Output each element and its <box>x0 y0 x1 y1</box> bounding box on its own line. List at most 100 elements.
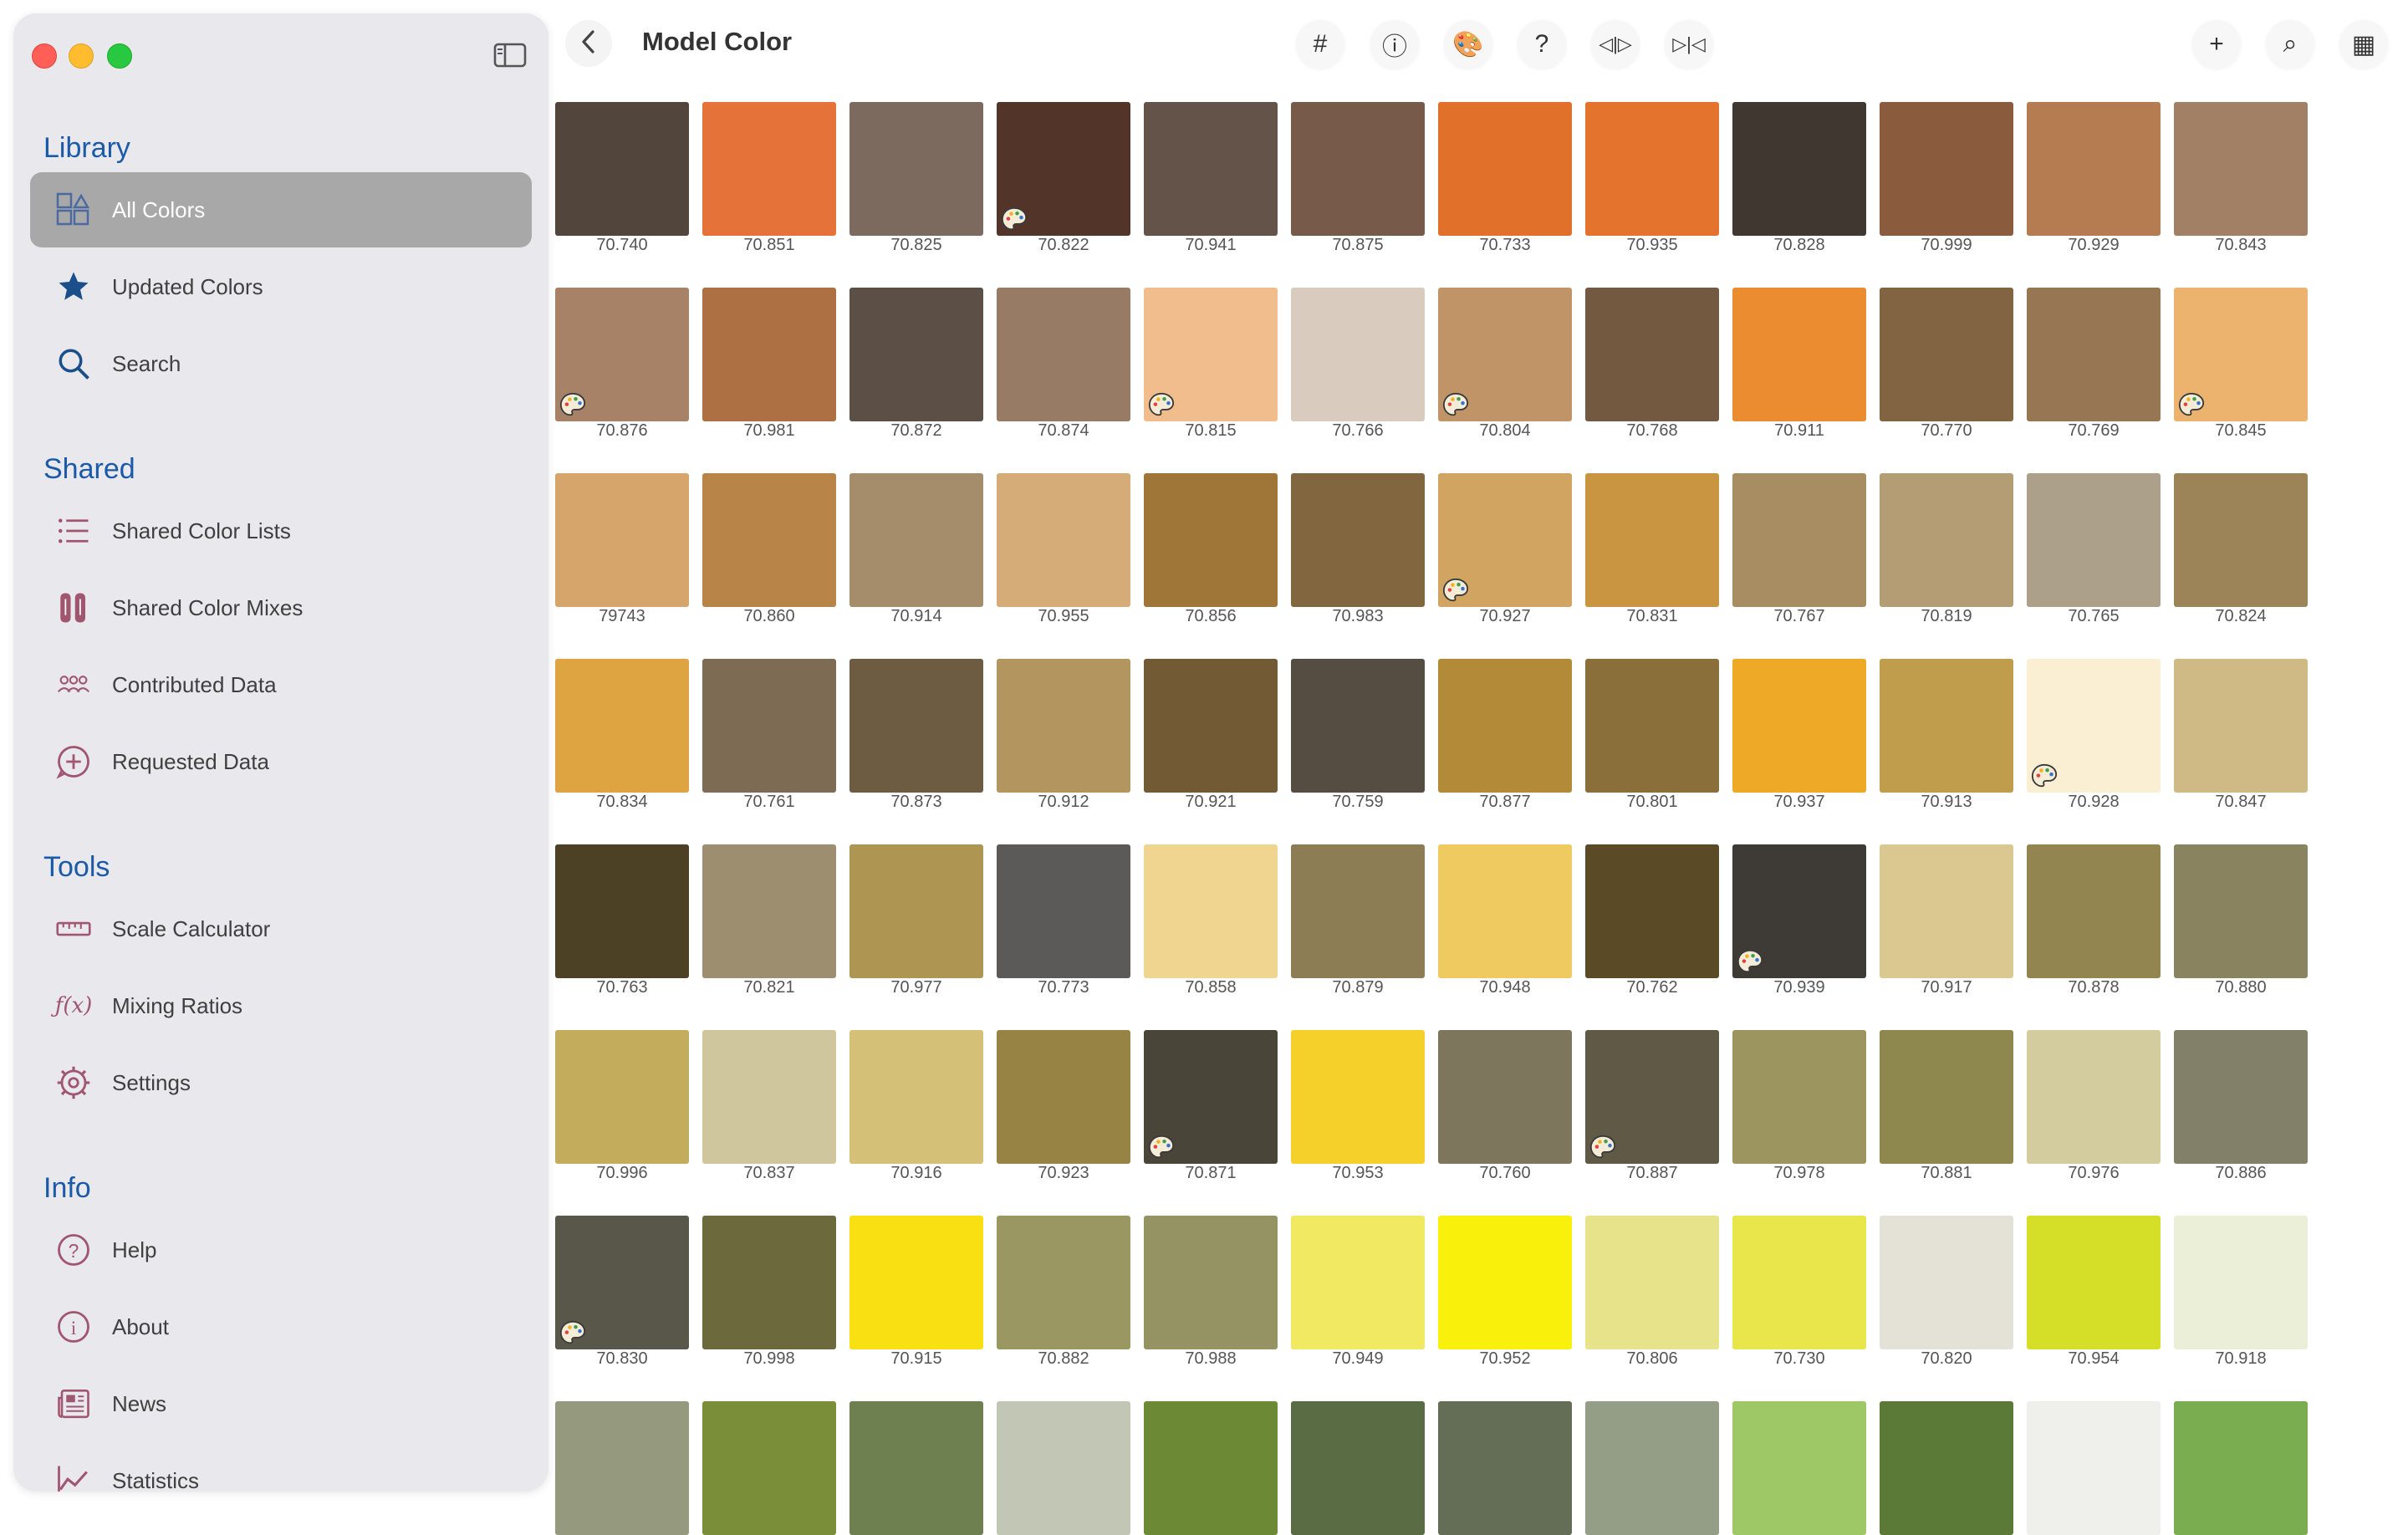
color-swatch[interactable] <box>1144 473 1278 607</box>
color-swatch[interactable] <box>1880 1216 2013 1349</box>
color-swatch[interactable] <box>555 1401 689 1535</box>
color-swatch[interactable] <box>2174 1030 2308 1164</box>
color-swatch[interactable] <box>702 844 836 978</box>
color-swatch[interactable] <box>1732 1030 1866 1164</box>
color-swatch[interactable] <box>1291 659 1425 793</box>
sidebar-item-settings[interactable]: Settings <box>30 1045 532 1120</box>
color-swatch[interactable] <box>1585 102 1719 236</box>
sidebar-item-updated-colors[interactable]: Updated Colors <box>30 249 532 324</box>
color-swatch[interactable] <box>1732 1401 1866 1535</box>
color-swatch[interactable] <box>997 102 1130 236</box>
color-swatch[interactable] <box>849 844 983 978</box>
color-swatch[interactable] <box>1732 102 1866 236</box>
sidebar-item-mixing-ratios[interactable]: ƒ(x) Mixing Ratios <box>30 968 532 1043</box>
color-swatch[interactable] <box>555 1030 689 1164</box>
color-swatch[interactable] <box>2027 1030 2161 1164</box>
minimize-window-button[interactable] <box>69 43 94 69</box>
color-swatch[interactable] <box>2174 473 2308 607</box>
color-swatch[interactable] <box>1880 844 2013 978</box>
search-button[interactable]: ⌕ <box>2266 20 2314 69</box>
color-swatch[interactable] <box>555 659 689 793</box>
color-swatch[interactable] <box>1880 473 2013 607</box>
color-swatch[interactable] <box>1438 1216 1572 1349</box>
color-swatch[interactable] <box>1291 473 1425 607</box>
color-swatch[interactable] <box>1438 473 1572 607</box>
color-swatch[interactable] <box>1144 1030 1278 1164</box>
color-swatch[interactable] <box>1732 1216 1866 1349</box>
color-swatch[interactable] <box>997 844 1130 978</box>
color-swatch[interactable] <box>1291 844 1425 978</box>
color-swatch[interactable] <box>2027 844 2161 978</box>
close-window-button[interactable] <box>32 43 57 69</box>
color-swatch[interactable] <box>1880 1030 2013 1164</box>
color-swatch[interactable] <box>1732 659 1866 793</box>
color-swatch[interactable] <box>1144 1401 1278 1535</box>
color-swatch[interactable] <box>849 1030 983 1164</box>
mirror-button[interactable]: ▷|◁ <box>1665 20 1713 69</box>
color-swatch[interactable] <box>1438 659 1572 793</box>
color-swatch[interactable] <box>1438 1401 1572 1535</box>
color-swatch[interactable] <box>997 659 1130 793</box>
sidebar-item-contributed-data[interactable]: Contributed Data <box>30 647 532 722</box>
color-swatch[interactable] <box>2027 1216 2161 1349</box>
color-swatch[interactable] <box>849 102 983 236</box>
color-swatch[interactable] <box>702 473 836 607</box>
help-button[interactable]: ? <box>1518 20 1566 69</box>
color-swatch[interactable] <box>2027 1401 2161 1535</box>
color-swatch[interactable] <box>2027 288 2161 421</box>
color-swatch[interactable] <box>2174 288 2308 421</box>
color-swatch[interactable] <box>1438 1030 1572 1164</box>
info-button[interactable]: ⓘ <box>1370 20 1419 69</box>
color-swatch[interactable] <box>1585 288 1719 421</box>
sidebar-item-shared-color-lists[interactable]: Shared Color Lists <box>30 493 532 569</box>
color-swatch[interactable] <box>702 1030 836 1164</box>
compare-button[interactable]: ◁|▷ <box>1591 20 1640 69</box>
color-swatch[interactable] <box>702 1401 836 1535</box>
color-swatch[interactable] <box>1585 1030 1719 1164</box>
sidebar-item-statistics[interactable]: Statistics <box>30 1443 532 1492</box>
color-swatch[interactable] <box>1438 288 1572 421</box>
color-swatch[interactable] <box>555 844 689 978</box>
color-swatch[interactable] <box>1585 844 1719 978</box>
color-swatch[interactable] <box>1291 288 1425 421</box>
color-swatch[interactable] <box>997 1030 1130 1164</box>
color-swatch[interactable] <box>1144 288 1278 421</box>
color-swatch[interactable] <box>2174 659 2308 793</box>
sidebar-item-requested-data[interactable]: Requested Data <box>30 724 532 799</box>
color-swatch[interactable] <box>1144 1216 1278 1349</box>
color-swatch[interactable] <box>1585 1216 1719 1349</box>
color-swatch[interactable] <box>997 288 1130 421</box>
sidebar-toggle-icon[interactable] <box>493 42 527 69</box>
zoom-window-button[interactable] <box>107 43 132 69</box>
sidebar-item-search[interactable]: Search <box>30 326 532 401</box>
sidebar-item-all-colors[interactable]: All Colors <box>30 172 532 247</box>
color-swatch[interactable] <box>997 473 1130 607</box>
color-swatch[interactable] <box>1880 288 2013 421</box>
color-swatch[interactable] <box>2027 473 2161 607</box>
sidebar-item-about[interactable]: i About <box>30 1289 532 1364</box>
color-swatch[interactable] <box>2174 1401 2308 1535</box>
color-swatch[interactable] <box>1585 1401 1719 1535</box>
palette-button[interactable]: 🎨 <box>1444 20 1492 69</box>
color-swatch[interactable] <box>849 1216 983 1349</box>
color-swatch[interactable] <box>702 1216 836 1349</box>
color-swatch[interactable] <box>1438 844 1572 978</box>
color-swatch[interactable] <box>702 659 836 793</box>
color-swatch[interactable] <box>2174 102 2308 236</box>
color-swatch[interactable] <box>1144 659 1278 793</box>
color-swatch[interactable] <box>1732 288 1866 421</box>
color-swatch[interactable] <box>997 1216 1130 1349</box>
color-swatch[interactable] <box>1880 659 2013 793</box>
color-swatch[interactable] <box>702 288 836 421</box>
color-swatch[interactable] <box>1144 102 1278 236</box>
color-swatch[interactable] <box>555 102 689 236</box>
color-swatch[interactable] <box>1585 473 1719 607</box>
color-swatch[interactable] <box>1732 473 1866 607</box>
sidebar-item-shared-color-mixes[interactable]: Shared Color Mixes <box>30 570 532 645</box>
color-swatch[interactable] <box>1585 659 1719 793</box>
hash-button[interactable]: # <box>1296 20 1344 69</box>
color-swatch[interactable] <box>2027 102 2161 236</box>
color-swatch[interactable] <box>1732 844 1866 978</box>
color-swatch[interactable] <box>1880 102 2013 236</box>
color-swatch[interactable] <box>702 102 836 236</box>
